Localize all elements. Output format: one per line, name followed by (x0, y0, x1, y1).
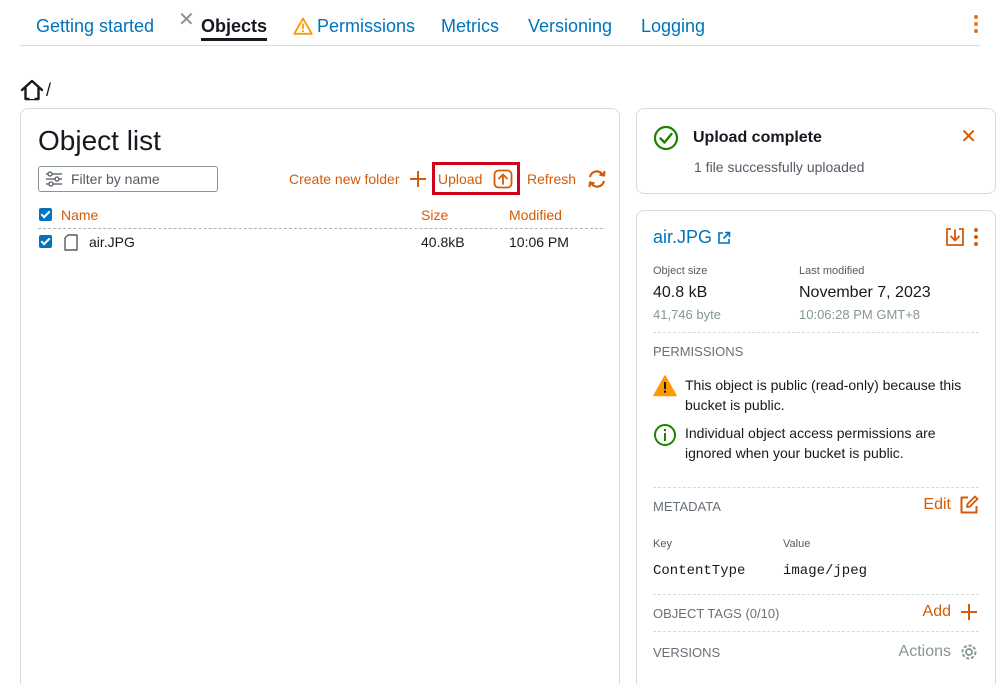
file-icon (64, 234, 78, 251)
plus-icon (961, 604, 977, 620)
metadata-key-header: Key (653, 538, 672, 550)
detail-actions (945, 227, 979, 247)
gear-icon (961, 644, 977, 660)
tab-logging[interactable]: Logging (641, 14, 705, 38)
object-name: air.JPG (653, 227, 713, 247)
permissions-info: Individual object access permissions are… (653, 423, 979, 463)
public-warning: This object is public (read-only) becaus… (653, 375, 979, 415)
refresh-button[interactable]: Refresh (527, 163, 608, 195)
public-warning-text: This object is public (read-only) becaus… (685, 377, 962, 413)
permissions-info-text: Individual object access permissions are… (685, 425, 936, 461)
file-name[interactable]: air.JPG (89, 234, 135, 250)
tab-metrics[interactable]: Metrics (441, 14, 499, 38)
download-icon[interactable] (945, 227, 965, 247)
object-tags-section-label: OBJECT TAGS (0/10) (653, 606, 780, 621)
select-all-checkbox[interactable] (39, 208, 52, 221)
tab-permissions[interactable]: Permissions (293, 14, 415, 38)
plus-icon (409, 171, 426, 187)
tab-bar: Getting started ✕ Objects Permissions Me… (20, 0, 980, 46)
refresh-icon (588, 170, 606, 188)
divider (653, 332, 979, 333)
metadata-value-header: Value (783, 538, 811, 550)
metadata-section-label: METADATA (653, 499, 721, 514)
notification-title: Upload complete (693, 129, 822, 146)
tab-getting-started[interactable]: Getting started (36, 14, 154, 38)
versions-actions-button[interactable]: Actions (899, 642, 979, 662)
divider (653, 631, 979, 632)
filter-icon (46, 171, 62, 187)
warning-icon (653, 375, 677, 397)
create-folder-label: Create new folder (289, 171, 400, 187)
upload-icon (493, 169, 513, 188)
row-checkbox[interactable] (39, 235, 52, 248)
versions-section-label: VERSIONS (653, 645, 721, 660)
last-modified-label: Last modified (799, 265, 865, 277)
upload-notification: Upload complete 1 file successfully uplo… (636, 108, 996, 194)
file-modified: 10:06 PM (509, 234, 569, 250)
add-label: Add (922, 603, 951, 620)
upload-button[interactable]: Upload (432, 162, 520, 195)
success-check-icon (653, 125, 679, 151)
object-details-panel: air.JPG Object size 40.8 kB 41,746 byte … (636, 210, 996, 684)
edit-metadata-button[interactable]: Edit (923, 495, 979, 515)
home-icon[interactable] (20, 79, 44, 101)
close-getting-started-icon[interactable]: ✕ (178, 10, 195, 30)
create-folder-button[interactable]: Create new folder (289, 163, 428, 195)
warning-icon (293, 17, 313, 35)
actions-label: Actions (898, 643, 951, 660)
edit-icon (960, 495, 979, 514)
refresh-label: Refresh (527, 171, 577, 187)
tab-versioning[interactable]: Versioning (528, 14, 612, 38)
info-icon (654, 424, 676, 446)
divider (653, 594, 979, 595)
divider (653, 487, 979, 488)
permissions-section-label: PERMISSIONS (653, 344, 744, 359)
more-options-icon[interactable] (972, 14, 980, 36)
object-list-panel: Object list Create new folder Upload Ref… (20, 108, 620, 684)
object-name-link[interactable]: air.JPG (653, 227, 731, 248)
notification-message: 1 file successfully uploaded (694, 159, 865, 175)
breadcrumb: / (20, 78, 51, 102)
close-notification-icon[interactable]: ✕ (960, 127, 977, 147)
column-header-name[interactable]: Name (61, 207, 98, 223)
add-tag-button[interactable]: Add (923, 602, 979, 622)
object-size-bytes: 41,746 byte (653, 307, 721, 322)
filter-input[interactable] (71, 171, 211, 187)
edit-label: Edit (923, 496, 951, 513)
filter-field[interactable] (38, 166, 218, 192)
metadata-value: image/jpeg (783, 563, 868, 579)
last-modified-date: November 7, 2023 (799, 284, 931, 301)
breadcrumb-separator: / (46, 79, 52, 100)
upload-label: Upload (438, 170, 483, 187)
header-divider (38, 228, 603, 229)
tab-permissions-label: Permissions (317, 16, 416, 36)
object-size-label: Object size (653, 265, 708, 277)
external-link-icon (718, 231, 731, 244)
column-header-size[interactable]: Size (421, 207, 448, 223)
last-modified-time: 10:06:28 PM GMT+8 (799, 307, 921, 322)
object-size-value: 40.8 kB (653, 284, 708, 301)
metadata-key: ContentType (653, 563, 746, 579)
column-header-modified[interactable]: Modified (509, 207, 562, 223)
detail-more-options-icon[interactable] (973, 228, 979, 246)
file-size: 40.8kB (421, 234, 465, 250)
tab-objects[interactable]: Objects (201, 14, 268, 41)
page-title: Object list (38, 125, 161, 156)
